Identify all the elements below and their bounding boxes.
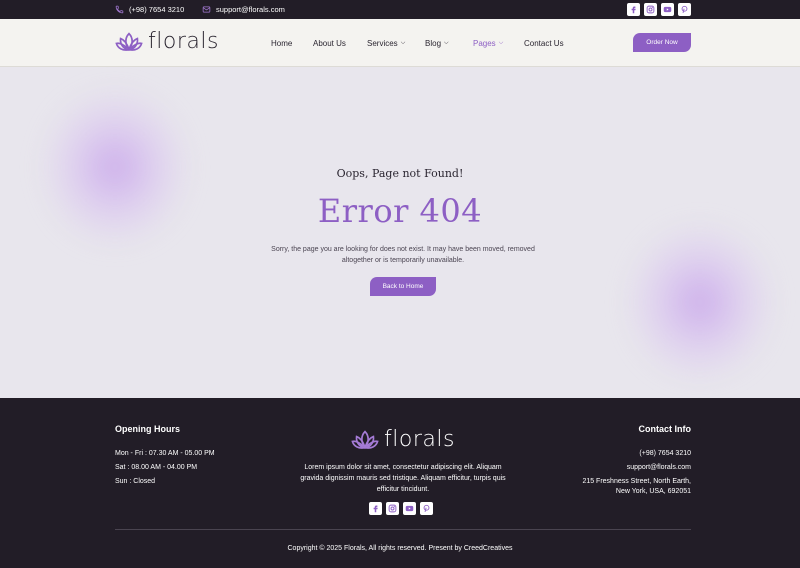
topbar-socials bbox=[627, 3, 691, 16]
order-now-button[interactable]: Order Now bbox=[633, 33, 691, 52]
nav-blog-label: Blog bbox=[425, 38, 442, 48]
topbar-phone[interactable]: (+98) 7654 3210 bbox=[115, 0, 184, 19]
opening-hours-heading: Opening Hours bbox=[115, 424, 180, 434]
topbar-phone-text: (+98) 7654 3210 bbox=[129, 5, 185, 14]
pinterest-icon[interactable] bbox=[420, 502, 433, 515]
error-section: Oops, Page not Found! Error 404 Sorry, t… bbox=[0, 67, 800, 398]
chevron-down-icon: ⌵ bbox=[498, 39, 504, 46]
instagram-icon[interactable] bbox=[644, 3, 657, 16]
error-message: Sorry, the page you are looking for does… bbox=[260, 244, 546, 266]
decorative-smoke-right bbox=[625, 222, 775, 382]
nav-contact-us[interactable]: Contact Us bbox=[524, 19, 564, 67]
error-message-line: Sorry, the page you are looking for does… bbox=[271, 246, 535, 253]
nav-home-label: Home bbox=[271, 38, 293, 48]
footer-divider bbox=[115, 529, 691, 530]
facebook-icon[interactable] bbox=[627, 3, 640, 16]
instagram-icon[interactable] bbox=[386, 502, 399, 515]
site-logo[interactable]: florals bbox=[115, 29, 219, 54]
lotus-logo-icon bbox=[351, 429, 379, 449]
pinterest-icon[interactable] bbox=[678, 3, 691, 16]
email-icon bbox=[202, 6, 211, 13]
error-title: Error 404 bbox=[317, 192, 483, 230]
hours-sunday: Sun : Closed bbox=[115, 478, 156, 485]
chevron-down-icon: ⌵ bbox=[444, 39, 449, 46]
footer-brand-name: florals bbox=[384, 427, 455, 452]
topbar-email[interactable]: support@florals.com bbox=[202, 0, 285, 19]
site-footer: Opening Hours Mon - Fri : 07.30 AM - 05.… bbox=[0, 398, 800, 568]
nav-services[interactable]: Services ⌵ bbox=[367, 19, 405, 67]
footer-description: Lorem ipsum dolor sit amet, consectetur … bbox=[295, 462, 511, 495]
footer-email[interactable]: support@florals.com bbox=[627, 462, 691, 473]
chevron-down-icon: ⌵ bbox=[400, 39, 406, 46]
nav-home[interactable]: Home bbox=[271, 19, 292, 67]
footer-socials bbox=[369, 502, 433, 515]
nav-about-label: About Us bbox=[313, 38, 346, 48]
contact-info-heading: Contact Info bbox=[638, 424, 692, 434]
copyright-text: Copyright © 2025 Florals, All rights res… bbox=[287, 545, 513, 552]
nav-contact-label: Contact Us bbox=[524, 38, 564, 48]
hours-saturday: Sat : 08.00 AM - 04.00 PM bbox=[115, 464, 198, 471]
brand-name: florals bbox=[148, 29, 219, 54]
footer-description-line: gravida dignissim mauris sed tristique. … bbox=[300, 475, 506, 482]
youtube-icon[interactable] bbox=[403, 502, 416, 515]
nav-about-us[interactable]: About Us bbox=[313, 19, 346, 67]
nav-pages[interactable]: Pages ⌵ bbox=[473, 19, 503, 67]
nav-blog[interactable]: Blog ⌵ bbox=[425, 19, 449, 67]
youtube-icon[interactable] bbox=[661, 3, 674, 16]
hours-weekdays: Mon - Fri : 07.30 AM - 05.00 PM bbox=[115, 450, 215, 457]
error-message-line: altogether or is temporarily unavailable… bbox=[341, 257, 465, 264]
topbar-email-text: support@florals.com bbox=[216, 5, 285, 14]
footer-description-line: Lorem ipsum dolor sit amet, consectetur … bbox=[304, 464, 502, 471]
facebook-icon[interactable] bbox=[369, 502, 382, 515]
top-bar: (+98) 7654 3210 support@florals.com bbox=[0, 0, 800, 19]
footer-logo[interactable]: florals bbox=[351, 427, 455, 452]
footer-description-line: efficitur tincidunt. bbox=[376, 486, 430, 493]
site-header: florals Home About Us Services ⌵ Blog ⌵ … bbox=[0, 19, 800, 67]
nav-services-label: Services bbox=[367, 38, 398, 48]
nav-pages-label: Pages bbox=[473, 38, 496, 48]
footer-address-line: New York, USA, 692051 bbox=[615, 488, 691, 495]
footer-phone[interactable]: (+98) 7654 3210 bbox=[639, 448, 691, 459]
back-to-home-button[interactable]: Back to Home bbox=[370, 277, 436, 296]
lotus-logo-icon bbox=[115, 31, 143, 51]
error-subtitle: Oops, Page not Found! bbox=[336, 167, 464, 180]
phone-icon bbox=[115, 5, 124, 14]
